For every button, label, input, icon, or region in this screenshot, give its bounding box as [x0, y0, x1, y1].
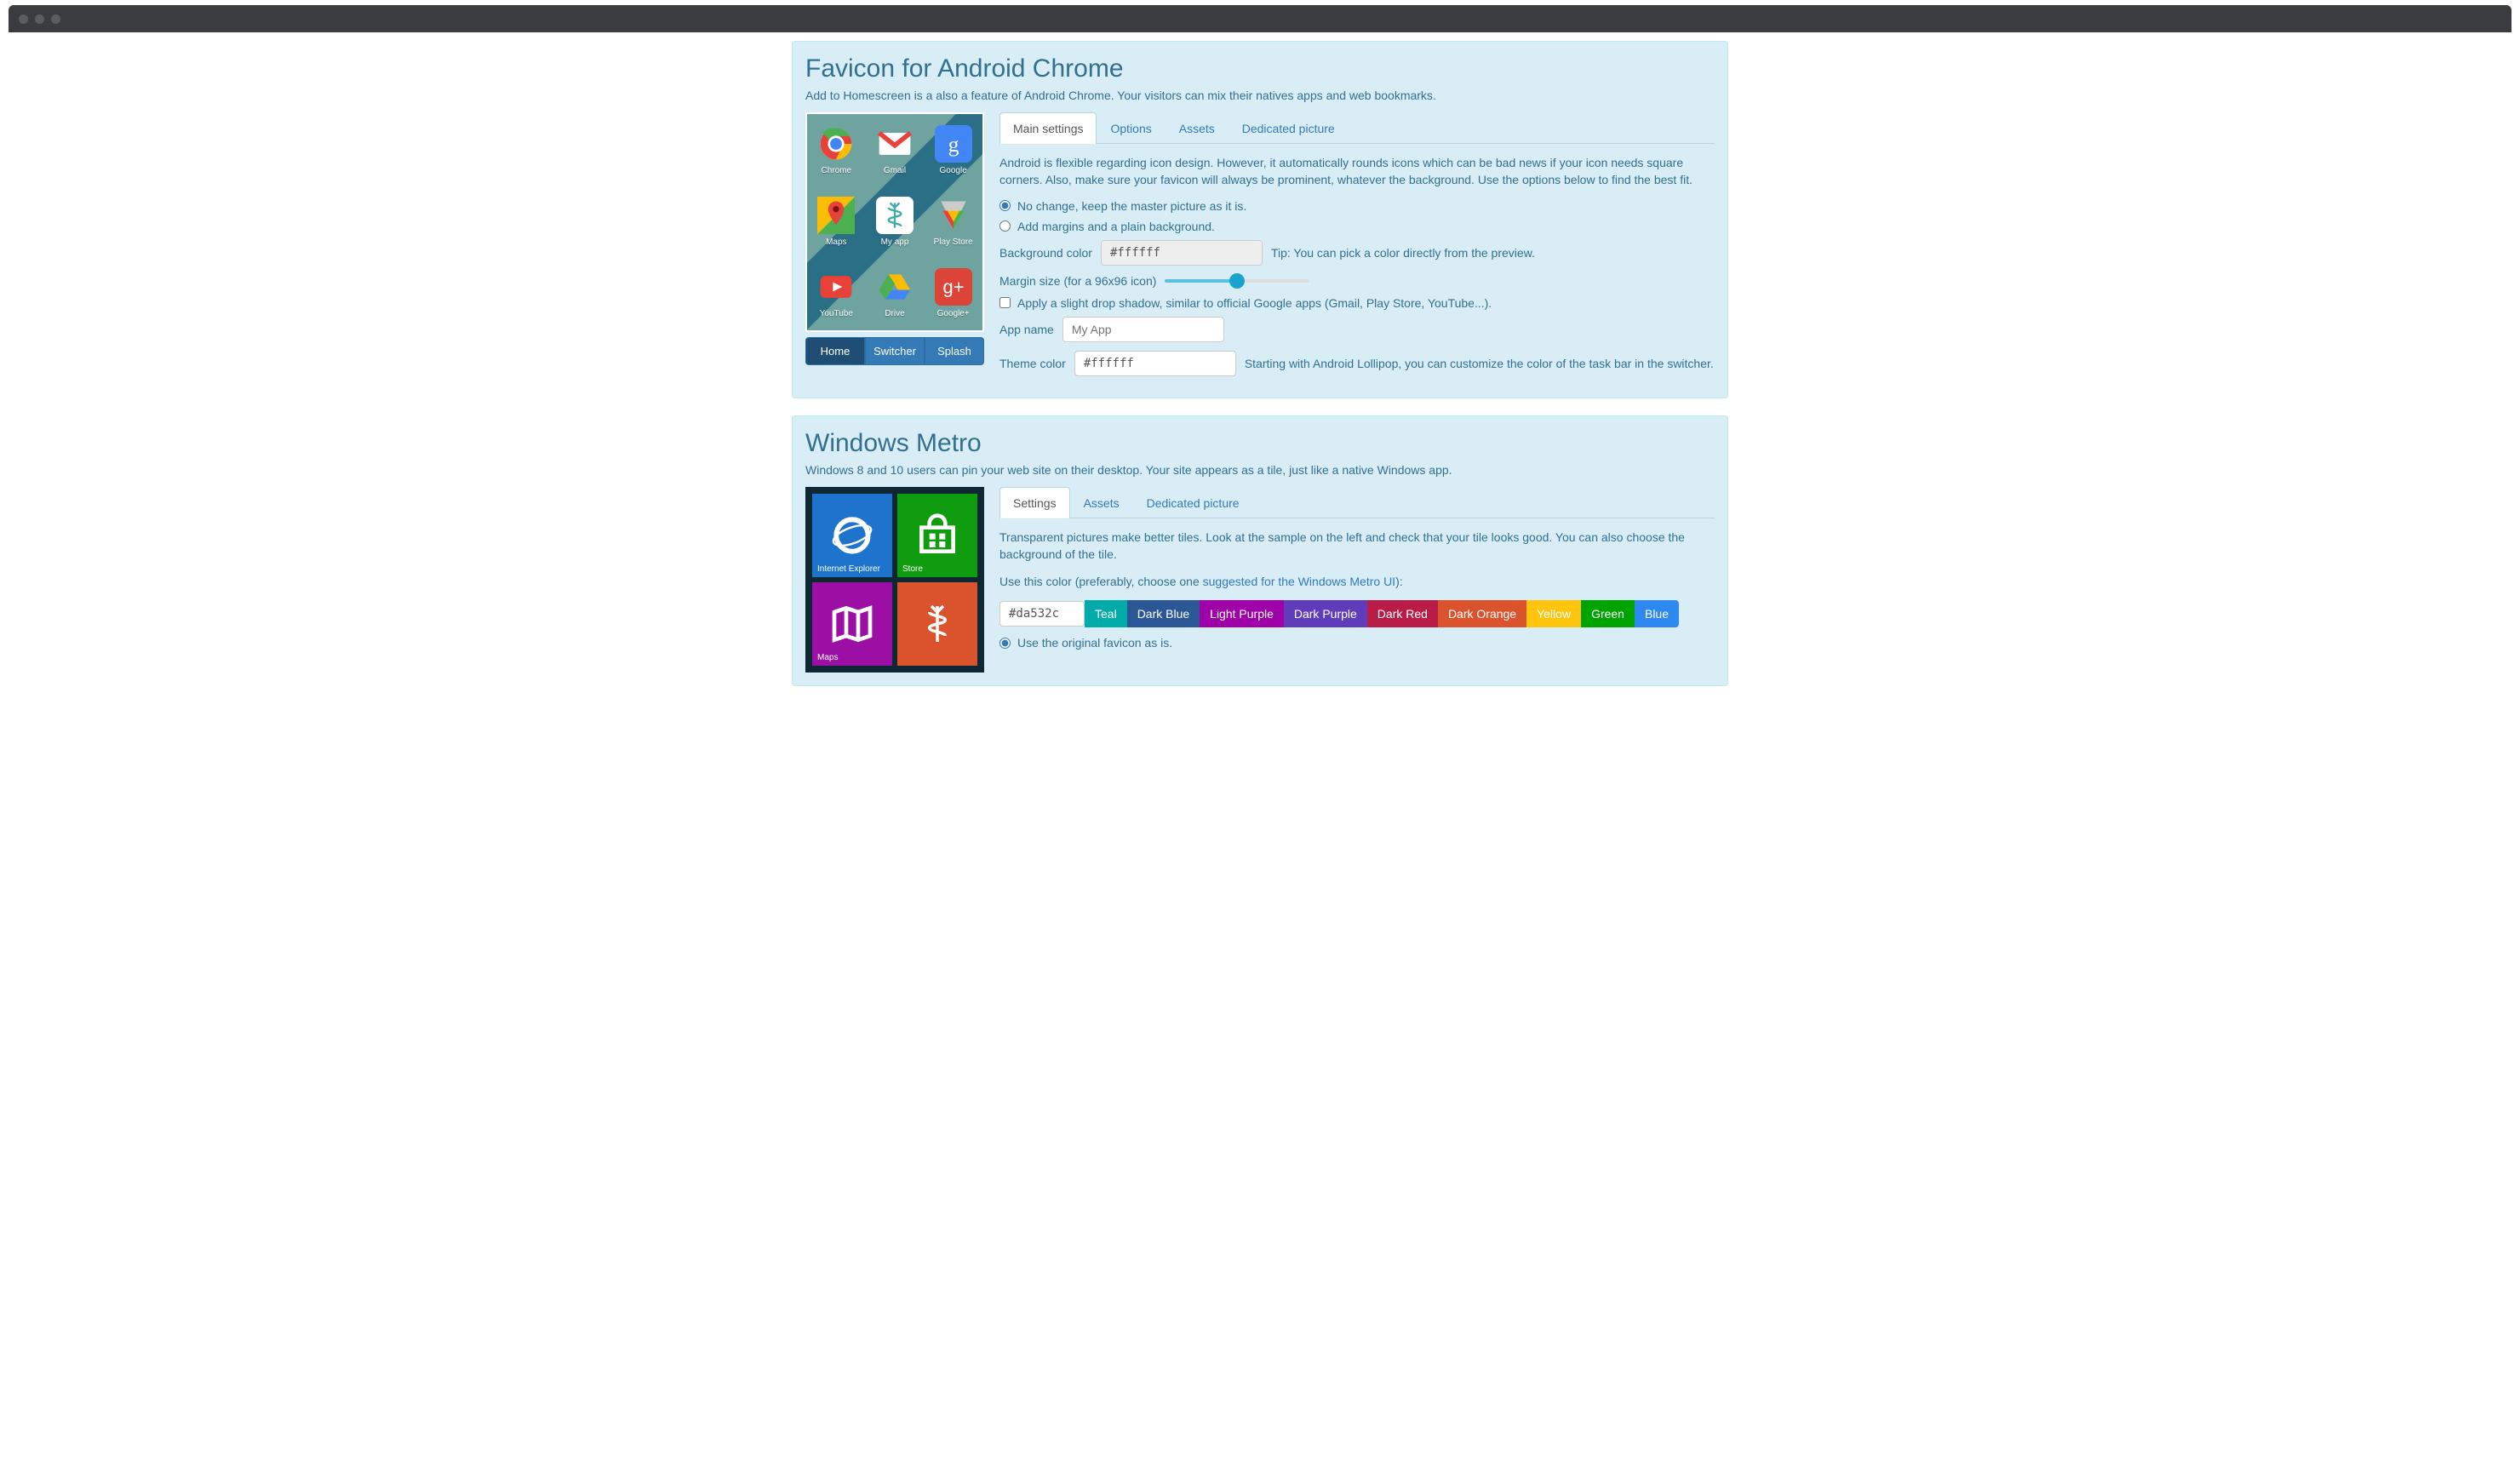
tile-store-label: Store: [902, 564, 923, 574]
metro-color-suffix: ):: [1395, 575, 1403, 588]
android-desc: Add to Homescreen is a also a feature of…: [805, 89, 1715, 102]
metro-desc: Windows 8 and 10 users can pin your web …: [805, 463, 1715, 477]
radio-margins[interactable]: [999, 220, 1011, 232]
tile-ie: Internet Explorer: [812, 494, 892, 577]
bgcolor-tip: Tip: You can pick a color directly from …: [1271, 246, 1535, 260]
color-yellow-button[interactable]: Yellow: [1526, 600, 1581, 627]
app-icon-chrome: Chrome: [807, 114, 866, 186]
tilecolor-input[interactable]: [999, 601, 1085, 627]
themecolor-label: Theme color: [999, 357, 1066, 370]
color-dark-blue-button[interactable]: Dark Blue: [1127, 600, 1200, 627]
preview-switcher-button[interactable]: Switcher: [865, 337, 925, 365]
store-icon: [914, 512, 961, 559]
radio-original-favicon[interactable]: [999, 638, 1011, 649]
metro-preview: Internet Explorer Store Maps: [805, 487, 984, 673]
color-dark-red-button[interactable]: Dark Red: [1367, 600, 1438, 627]
preview-mode-buttons: Home Switcher Splash: [805, 337, 984, 365]
tab-options[interactable]: Options: [1097, 112, 1165, 144]
caduceus-icon: [914, 600, 961, 648]
app-icon-google-: g+Google+: [924, 257, 982, 329]
themecolor-input[interactable]: [1074, 351, 1236, 376]
traffic-light-min-icon[interactable]: [35, 14, 44, 24]
tab-dedicated-picture[interactable]: Dedicated picture: [1228, 112, 1349, 144]
app-icon-google: gGoogle: [924, 114, 982, 186]
color-green-button[interactable]: Green: [1581, 600, 1635, 627]
maps-icon: [828, 600, 876, 648]
tile-store: Store: [897, 494, 977, 577]
themecolor-tip: Starting with Android Lollipop, you can …: [1245, 357, 1714, 370]
metro-intro: Transparent pictures make better tiles. …: [999, 529, 1715, 564]
traffic-light-close-icon[interactable]: [19, 14, 28, 24]
preview-home-button[interactable]: Home: [805, 337, 865, 365]
android-panel: Favicon for Android Chrome Add to Homesc…: [792, 41, 1728, 398]
app-icon-my-app: My app: [866, 186, 925, 257]
metro-color-prompt: Use this color (preferably, choose one s…: [999, 573, 1715, 590]
color-blue-button[interactable]: Blue: [1635, 600, 1679, 627]
tab-assets[interactable]: Assets: [1166, 112, 1228, 144]
tab-settings[interactable]: Settings: [999, 487, 1070, 518]
appname-input[interactable]: [1062, 317, 1224, 342]
app-icon-play-store: Play Store: [924, 186, 982, 257]
color-dark-purple-button[interactable]: Dark Purple: [1284, 600, 1367, 627]
svg-text:g+: g+: [942, 276, 964, 297]
android-intro: Android is flexible regarding icon desig…: [999, 154, 1715, 189]
bgcolor-input[interactable]: [1101, 240, 1263, 266]
svg-text:g: g: [948, 132, 959, 157]
app-icon-maps: Maps: [807, 186, 866, 257]
color-teal-button[interactable]: Teal: [1085, 600, 1127, 627]
android-preview: ChromeGmailgGoogle MapsMy appPlay Store Yo…: [805, 112, 984, 332]
color-dark-orange-button[interactable]: Dark Orange: [1438, 600, 1526, 627]
metro-ui-link[interactable]: suggested for the Windows Metro UI: [1203, 575, 1395, 588]
margin-label: Margin size (for a 96x96 icon): [999, 274, 1156, 288]
tab-metro-dedicated[interactable]: Dedicated picture: [1133, 487, 1253, 518]
app-icon-drive: Drive: [866, 257, 925, 329]
tile-maps-label: Maps: [817, 653, 838, 662]
ie-icon: [828, 512, 876, 559]
tile-myapp: [897, 582, 977, 666]
margin-slider[interactable]: [1165, 279, 1309, 283]
radio-margins-label: Add margins and a plain background.: [1017, 220, 1215, 233]
metro-color-row: TealDark BlueLight PurpleDark PurpleDark…: [999, 600, 1715, 627]
checkbox-shadow-label: Apply a slight drop shadow, similar to o…: [1017, 296, 1492, 310]
appname-label: App name: [999, 323, 1054, 336]
metro-title: Windows Metro: [805, 429, 1715, 458]
preview-splash-button[interactable]: Splash: [925, 337, 984, 365]
window-titlebar: [9, 5, 2511, 32]
tab-main-settings[interactable]: Main settings: [999, 112, 1097, 144]
tile-ie-label: Internet Explorer: [817, 564, 880, 574]
radio-nochange[interactable]: [999, 200, 1011, 211]
color-light-purple-button[interactable]: Light Purple: [1200, 600, 1284, 627]
metro-tabs: Settings Assets Dedicated picture: [999, 487, 1715, 518]
radio-nochange-label: No change, keep the master picture as it…: [1017, 199, 1246, 213]
checkbox-shadow[interactable]: [999, 297, 1011, 308]
traffic-light-max-icon[interactable]: [51, 14, 60, 24]
app-icon-youtube: YouTube: [807, 257, 866, 329]
android-title: Favicon for Android Chrome: [805, 54, 1715, 83]
radio-original-favicon-label: Use the original favicon as is.: [1017, 636, 1172, 650]
app-icon-gmail: Gmail: [866, 114, 925, 186]
bgcolor-label: Background color: [999, 246, 1092, 260]
android-tabs: Main settings Options Assets Dedicated p…: [999, 112, 1715, 144]
tab-metro-assets[interactable]: Assets: [1070, 487, 1133, 518]
metro-panel: Windows Metro Windows 8 and 10 users can…: [792, 415, 1728, 686]
tile-maps: Maps: [812, 582, 892, 666]
metro-color-prefix: Use this color (preferably, choose one: [999, 575, 1203, 588]
